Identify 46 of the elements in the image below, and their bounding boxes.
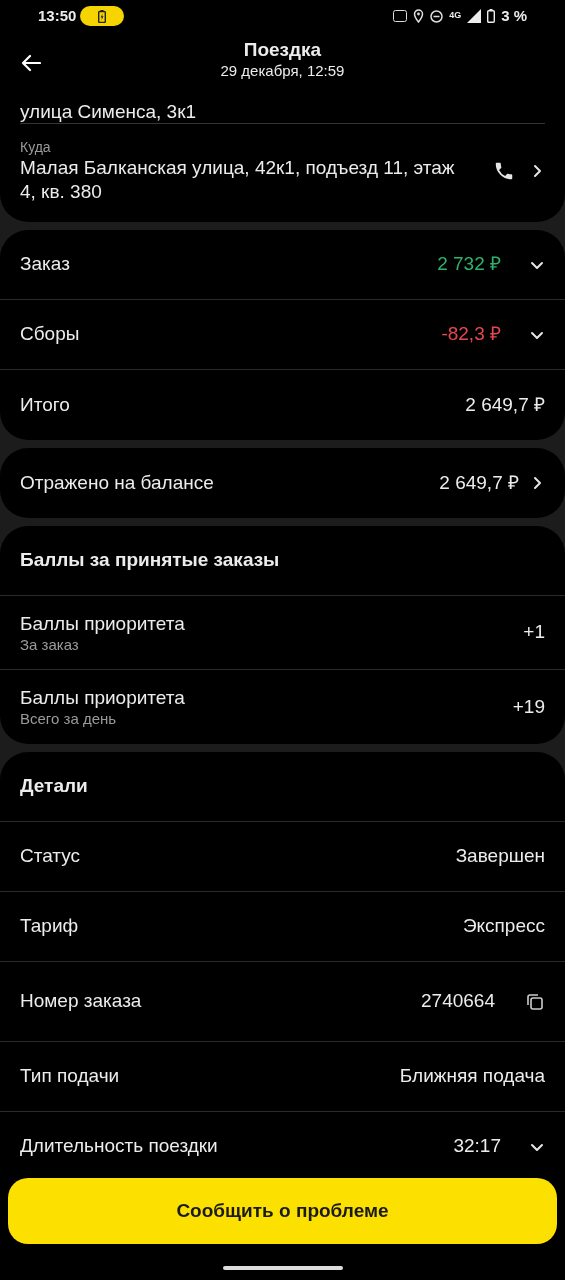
- row-label: Сборы: [20, 322, 81, 347]
- network-type: 4G: [449, 9, 462, 23]
- row-sublabel: За заказ: [20, 635, 80, 654]
- row-sublabel: Всего за день: [20, 710, 118, 728]
- phone-icon: [493, 160, 515, 182]
- route-label: Куда: [20, 138, 52, 156]
- row-label: Итого: [20, 392, 71, 417]
- row-label: Статус: [20, 844, 82, 869]
- page-title: Поездка: [243, 39, 322, 61]
- section-title: Детали: [20, 774, 88, 799]
- row-label: Номер заказа: [20, 989, 143, 1014]
- row-value: -82,3 ₽: [441, 322, 501, 347]
- battery-charging-icon: [98, 9, 107, 23]
- row-value: +1: [523, 620, 545, 645]
- row-label: Заказ: [20, 252, 71, 277]
- signal-icon: [467, 9, 482, 23]
- route-address: улица Сименса, 3к1: [20, 101, 197, 123]
- row-value: Ближняя подача: [399, 1064, 545, 1089]
- row-value: Экспресс: [462, 914, 545, 939]
- row-label: Отражено на балансе: [20, 470, 215, 495]
- hd-voice-icon: [393, 10, 408, 22]
- copy-icon: [526, 992, 544, 1011]
- row-value: 2740664: [421, 989, 495, 1014]
- row-label: Тип подачи: [20, 1064, 121, 1089]
- row-value: 2 649,7 ₽: [465, 392, 545, 417]
- status-time: 13:50: [38, 5, 77, 26]
- route-address: Малая Балканская улица, 42к1, подъезд 11, этаж 4, кв. 380: [20, 156, 456, 204]
- row-value: 2 649,7 ₽: [439, 470, 519, 495]
- do-not-disturb-icon: [430, 9, 444, 23]
- copy-button[interactable]: [525, 991, 545, 1012]
- battery-icon: [487, 9, 496, 23]
- page-subtitle: 29 декабря, 12:59: [220, 61, 345, 81]
- row-value: Завершен: [455, 844, 545, 869]
- row-value: +19: [512, 694, 545, 719]
- row-label: Длительность поездки: [20, 1134, 219, 1159]
- battery-percent: 3 %: [501, 5, 527, 26]
- row-label: Баллы приоритета: [20, 686, 186, 710]
- location-icon: [413, 9, 425, 23]
- row-value: 32:17: [453, 1134, 501, 1159]
- section-title: Баллы за принятые заказы: [20, 548, 280, 573]
- back-arrow-icon: [21, 54, 41, 72]
- report-problem-button[interactable]: Сообщить о проблеме: [8, 1178, 557, 1244]
- row-label: Баллы приоритета: [20, 611, 186, 636]
- row-value: 2 732 ₽: [437, 252, 501, 277]
- balance-row[interactable]: Отражено на балансе 2 649,7 ₽: [0, 448, 565, 518]
- row-label: Тариф: [20, 914, 80, 939]
